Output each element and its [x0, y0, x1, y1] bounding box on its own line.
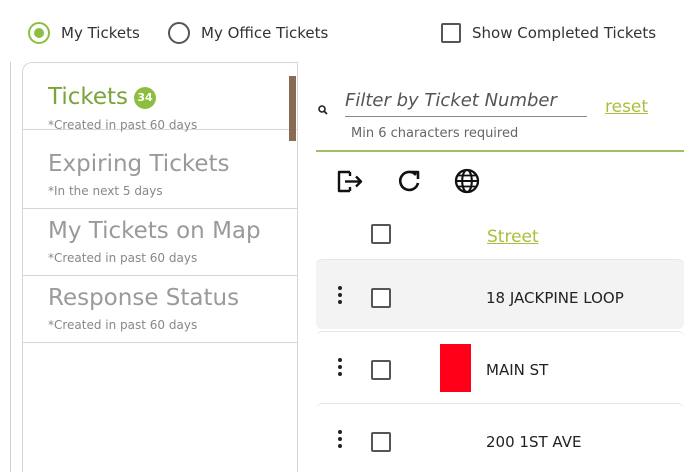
sidebar-item-title: Expiring Tickets [48, 151, 230, 177]
my-office-tickets-radio[interactable] [168, 22, 190, 44]
sidebar-item-title: Tickets 34 [48, 84, 157, 110]
show-completed-label[interactable]: Show Completed Tickets [472, 24, 656, 42]
search-icon [318, 100, 328, 119]
sidebar-item-subtitle: *Created in past 60 days [48, 318, 198, 332]
filter-hint: Min 6 characters required [351, 126, 519, 141]
sidebar-item-response-status[interactable]: Response Status *Created in past 60 days [23, 276, 298, 343]
sidebar-item-title: My Tickets on Map [48, 218, 261, 244]
table-row[interactable]: MAIN ST [316, 331, 684, 401]
row-menu-icon[interactable] [336, 286, 344, 306]
sidebar-item-expiring-tickets[interactable]: Expiring Tickets *In the next 5 days [23, 142, 298, 209]
export-icon[interactable] [334, 166, 364, 196]
row-checkbox[interactable] [371, 360, 391, 380]
table-row[interactable]: 18 JACKPINE LOOP [316, 259, 684, 329]
street-cell: 200 1ST AVE [486, 433, 582, 451]
sidebar-item-subtitle: *Created in past 60 days [48, 118, 198, 132]
my-tickets-label[interactable]: My Tickets [61, 24, 140, 42]
sidebar-item-tickets-on-map[interactable]: My Tickets on Map *Created in past 60 da… [23, 209, 298, 276]
row-menu-icon[interactable] [336, 430, 344, 450]
page-border [10, 62, 11, 472]
ticket-filter-bar: My Tickets My Office Tickets Show Comple… [0, 0, 684, 62]
search-divider [316, 150, 684, 152]
my-tickets-radio[interactable] [28, 22, 50, 44]
globe-icon[interactable] [452, 166, 482, 196]
reset-link[interactable]: reset [605, 97, 648, 117]
ticket-number-filter-input[interactable] [345, 85, 587, 117]
refresh-icon[interactable] [394, 166, 424, 196]
row-menu-icon[interactable] [336, 358, 344, 378]
select-all-checkbox[interactable] [371, 224, 391, 244]
table-row[interactable]: 200 1ST AVE [316, 403, 684, 472]
active-item-marker [289, 76, 296, 141]
my-office-tickets-label[interactable]: My Office Tickets [201, 24, 328, 42]
status-flag [440, 344, 471, 392]
street-column-header[interactable]: Street [487, 227, 539, 247]
sidebar-divider [297, 62, 298, 472]
row-checkbox[interactable] [371, 288, 391, 308]
ticket-sidebar: Tickets 34 *Created in past 60 days Expir… [22, 62, 298, 472]
sidebar-item-title: Response Status [48, 285, 240, 311]
ticket-count-badge: 34 [134, 87, 157, 109]
street-cell: MAIN ST [486, 361, 549, 379]
sidebar-item-subtitle: *In the next 5 days [48, 184, 163, 198]
sidebar-item-tickets[interactable]: Tickets 34 *Created in past 60 days [23, 63, 298, 132]
show-completed-checkbox[interactable] [441, 23, 461, 43]
row-checkbox[interactable] [371, 432, 391, 452]
street-cell: 18 JACKPINE LOOP [486, 289, 624, 307]
sidebar-item-subtitle: *Created in past 60 days [48, 251, 198, 265]
